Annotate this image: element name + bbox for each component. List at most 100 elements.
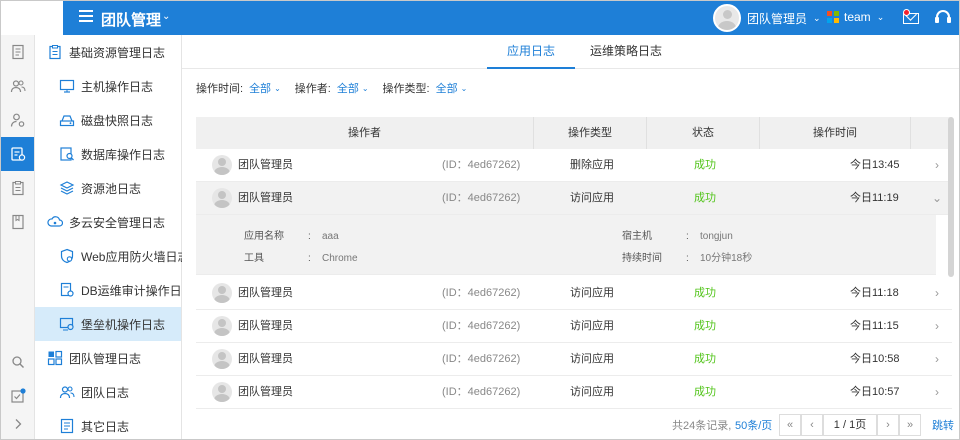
filter-operation-time[interactable]: 操作时间: 全部 ⌄ (196, 80, 281, 96)
filter-label: 操作类型: (382, 83, 430, 95)
sidebar-item-team-log[interactable]: 团队日志 (35, 375, 181, 409)
mail-icon[interactable] (903, 9, 921, 25)
chevron-right-icon[interactable]: › (930, 149, 944, 182)
detail-value-tool: Chrome (322, 253, 358, 264)
user-settings-icon[interactable] (1, 103, 34, 137)
filter-value[interactable]: 全部 (249, 80, 271, 96)
hamburger-menu-icon[interactable] (79, 10, 93, 24)
sidebar-item-host-log[interactable]: 主机操作日志 (35, 69, 181, 103)
status-text: 成功 (694, 192, 716, 204)
sidebar-item-label: 数据库操作日志 (81, 147, 166, 162)
disk-icon (59, 115, 75, 127)
operator-id: (ID：4ed67262) (442, 320, 521, 332)
table-scrollbar[interactable] (948, 117, 954, 277)
users-icon[interactable] (1, 69, 34, 103)
sidebar-item-label: 资源池日志 (81, 181, 142, 196)
chevron-down-icon[interactable]: ⌄ (274, 84, 281, 93)
chevron-down-icon[interactable]: ⌄ (930, 182, 944, 215)
chevron-right-icon[interactable] (1, 407, 34, 439)
sidebar-item-database-log[interactable]: 数据库操作日志 (35, 137, 181, 171)
users-icon (59, 386, 75, 399)
detail-separator: : (308, 253, 311, 264)
table-row[interactable]: 团队管理员 (ID：4ed67262) 访问应用 成功 今日10:57 › (196, 376, 952, 409)
pagination: 共24条记录, 50条/页 « ‹ 1 / 1页 › » 跳转 (182, 409, 959, 439)
table-row[interactable]: 团队管理员 (ID：4ed67262) 访问应用 成功 今日11:15 › (196, 310, 952, 343)
main-content: 应用日志 运维策略日志 操作时间: 全部 ⌄ 操作者: 全部 ⌄ 操作类型: 全… (182, 35, 959, 439)
chevron-right-icon[interactable]: › (930, 277, 944, 310)
filter-bar: 操作时间: 全部 ⌄ 操作者: 全部 ⌄ 操作类型: 全部 ⌄ (196, 80, 481, 96)
operation-type: 访问应用 (570, 386, 614, 398)
grid-icon (47, 350, 63, 366)
sidebar-item-label: DB运维审计操作日志 (81, 283, 194, 298)
chevron-right-icon[interactable]: › (930, 376, 944, 409)
filter-label: 操作时间: (196, 83, 244, 95)
column-header-time: 操作时间 (760, 117, 911, 149)
user-menu[interactable]: 团队管理员 ⌄ (713, 4, 821, 32)
notification-dot (903, 9, 910, 16)
nav-group-team-management[interactable]: 团队管理日志 (35, 341, 181, 375)
first-page-icon[interactable]: « (779, 414, 801, 436)
filter-value[interactable]: 全部 (436, 80, 458, 96)
filter-value[interactable]: 全部 (337, 80, 359, 96)
sidebar-item-bastion-log[interactable]: 堡垒机操作日志 (35, 307, 181, 341)
clipboard-icon[interactable] (1, 171, 34, 205)
operation-type: 访问应用 (570, 192, 614, 204)
table-row-expanded[interactable]: 团队管理员 (ID：4ed67262) 访问应用 成功 今日11:19 ⌄ (196, 182, 952, 215)
operator-id: (ID：4ed67262) (442, 159, 521, 171)
sidebar-item-snapshot-log[interactable]: 磁盘快照日志 (35, 103, 181, 137)
sidebar-item-label: 磁盘快照日志 (81, 113, 154, 128)
last-page-icon[interactable]: » (899, 414, 921, 436)
nav-group-basic-resource[interactable]: 基础资源管理日志 (35, 35, 181, 69)
top-bar: 团队管理 ⌄ 团队管理员 ⌄ team ⌄ (1, 1, 959, 35)
app-window: 团队管理 ⌄ 团队管理员 ⌄ team ⌄ 基础资源管理日志 主机操作日志 磁盘… (0, 0, 960, 440)
search-icon[interactable] (1, 345, 34, 379)
detail-label-host: 宿主机 (622, 231, 652, 242)
page-indicator: 1 / 1页 (823, 414, 877, 436)
avatar (212, 188, 232, 208)
chevron-down-icon[interactable]: ⌄ (162, 11, 170, 22)
table-row[interactable]: 团队管理员 (ID：4ed67262) 访问应用 成功 今日10:58 › (196, 343, 952, 376)
sidebar-item-other-log[interactable]: 其它日志 (35, 409, 181, 439)
filter-operator[interactable]: 操作者: 全部 ⌄ (295, 80, 369, 96)
page-size-select[interactable]: 50条/页 (735, 417, 772, 433)
operator-id: (ID：4ed67262) (442, 287, 521, 299)
total-records: 共24条记录, (672, 420, 732, 432)
next-page-icon[interactable]: › (877, 414, 899, 436)
document-icon[interactable] (1, 35, 34, 69)
avatar (212, 349, 232, 369)
tab-ops-policy-log[interactable]: 运维策略日志 (575, 35, 677, 69)
table-row[interactable]: 团队管理员 (ID：4ed67262) 删除应用 成功 今日13:45 › (196, 149, 952, 182)
chevron-down-icon: ⌄ (813, 12, 821, 23)
headset-icon[interactable] (935, 9, 951, 25)
chevron-right-icon[interactable]: › (930, 310, 944, 343)
icon-rail (1, 35, 35, 439)
detail-separator: : (686, 231, 689, 242)
filter-operation-type[interactable]: 操作类型: 全部 ⌄ (383, 80, 468, 96)
jump-button[interactable]: 跳转 (932, 417, 954, 433)
team-switcher[interactable]: team ⌄ (827, 10, 884, 24)
app-title[interactable]: 团队管理 (101, 9, 161, 30)
status-text: 成功 (694, 159, 716, 171)
nav-group-multicloud-security[interactable]: 多云安全管理日志 (35, 205, 181, 239)
sidebar-item-resource-pool-log[interactable]: 资源池日志 (35, 171, 181, 205)
operator-name: 团队管理员 (238, 320, 293, 332)
tab-app-log[interactable]: 应用日志 (487, 35, 575, 69)
prev-page-icon[interactable]: ‹ (801, 414, 823, 436)
sidebar-item-waf-log[interactable]: Web应用防火墙日志 (35, 239, 189, 273)
nav-group-label: 多云安全管理日志 (69, 215, 166, 230)
chevron-right-icon[interactable]: › (930, 343, 944, 376)
nav-group-label: 团队管理日志 (69, 351, 142, 366)
chevron-down-icon[interactable]: ⌄ (362, 84, 369, 93)
tab-bar: 应用日志 运维策略日志 (182, 35, 959, 69)
sidebar-item-db-audit-log[interactable]: DB运维审计操作日志 (35, 273, 194, 307)
detail-label-duration: 持续时间 (622, 253, 662, 264)
log-icon[interactable] (1, 137, 34, 171)
table-row[interactable]: 团队管理员 (ID：4ed67262) 访问应用 成功 今日11:18 › (196, 277, 952, 310)
book-icon[interactable] (1, 205, 34, 239)
sidebar-item-label: Web应用防火墙日志 (81, 249, 190, 264)
user-name: 团队管理员 (747, 11, 808, 26)
operator-name: 团队管理员 (238, 159, 293, 171)
chevron-down-icon[interactable]: ⌄ (461, 84, 468, 93)
detail-value-app-name: aaa (322, 231, 339, 242)
detail-value-host: tongjun (700, 231, 733, 242)
